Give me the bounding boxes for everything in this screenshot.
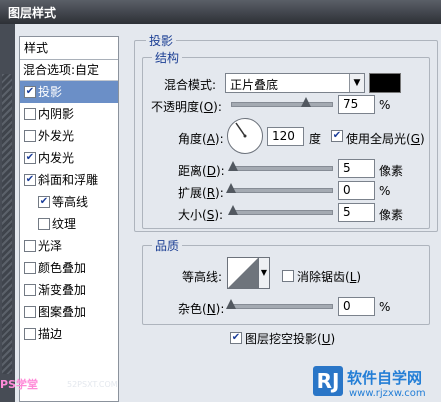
contour-picker[interactable]: [227, 257, 259, 289]
logo-url: www.rjzxw.com: [349, 388, 426, 399]
style-item-checkbox[interactable]: [24, 262, 36, 274]
style-item[interactable]: 纹理: [20, 213, 118, 235]
noise-label: 杂色(N):: [178, 302, 225, 316]
style-item[interactable]: 光泽: [20, 235, 118, 257]
opacity-input[interactable]: 75: [338, 95, 375, 114]
style-item-checkbox[interactable]: [24, 108, 36, 120]
style-item-label: 外发光: [38, 129, 75, 143]
blend-mode-label: 混合模式:: [164, 78, 217, 92]
style-item-label: 描边: [38, 327, 63, 341]
style-item-checkbox[interactable]: ✔: [24, 152, 36, 164]
spread-input[interactable]: 0: [338, 181, 375, 200]
style-item-label: 光泽: [38, 239, 63, 253]
size-unit: 像素: [379, 208, 404, 222]
noise-slider-thumb[interactable]: [226, 299, 236, 309]
background-strip: [0, 24, 15, 402]
blend-mode-value: 正片叠底: [230, 78, 279, 92]
style-item-label: 纹理: [52, 217, 77, 231]
watermark-left: PS学堂: [0, 378, 38, 391]
anti-aliased-checkbox[interactable]: [282, 270, 294, 282]
spread-slider-thumb[interactable]: [226, 183, 236, 193]
style-item-checkbox[interactable]: [24, 130, 36, 142]
structure-title: 结构: [152, 49, 183, 66]
style-item[interactable]: 图案叠加: [20, 301, 118, 323]
style-item[interactable]: 外发光: [20, 125, 118, 147]
knockout-label: 图层挖空投影(U): [245, 332, 336, 346]
noise-unit: %: [379, 300, 391, 314]
style-item-label: 图案叠加: [38, 305, 87, 319]
opacity-slider-thumb[interactable]: [301, 97, 311, 107]
style-items: ✔ 投影 内阴影 外发光 ✔ 内发光 ✔ 斜面和浮雕 ✔ 等高线 纹理 光泽 颜色叠加 渐变叠加 图案叠加描…: [20, 81, 118, 345]
size-slider-thumb[interactable]: [228, 205, 238, 215]
style-item-checkbox[interactable]: [38, 218, 50, 230]
quality-title: 品质: [152, 237, 183, 254]
contour-curve-icon: [228, 258, 258, 288]
style-item[interactable]: 描边: [20, 323, 118, 345]
angle-label: 角度(A):: [178, 132, 224, 146]
angle-unit: 度: [309, 132, 322, 146]
spread-unit: %: [379, 184, 391, 198]
style-item-checkbox[interactable]: ✔: [24, 86, 36, 98]
spread-slider[interactable]: [231, 188, 333, 193]
style-item[interactable]: ✔ 斜面和浮雕: [20, 169, 118, 191]
drop-shadow-title: 投影: [146, 32, 177, 49]
background-texture: [2, 74, 12, 374]
use-global-light-checkbox[interactable]: ✔: [331, 130, 343, 142]
style-item[interactable]: 颜色叠加: [20, 257, 118, 279]
style-item-checkbox[interactable]: ✔: [24, 174, 36, 186]
style-item-label: 渐变叠加: [38, 283, 87, 297]
spread-label: 扩展(R):: [178, 186, 224, 200]
distance-input[interactable]: 5: [338, 159, 375, 178]
distance-slider[interactable]: [231, 166, 333, 171]
knockout-checkbox[interactable]: ✔: [230, 332, 242, 344]
opacity-unit: %: [379, 98, 391, 112]
style-item-checkbox[interactable]: [24, 328, 36, 340]
blending-options-item[interactable]: 混合选项:自定: [20, 60, 118, 81]
style-item-label: 颜色叠加: [38, 261, 87, 275]
style-item-label: 内发光: [38, 151, 75, 165]
style-list-header[interactable]: 样式: [20, 37, 118, 60]
style-item-checkbox[interactable]: [24, 284, 36, 296]
anti-aliased-label: 消除锯齿(L): [297, 270, 362, 284]
size-label: 大小(S):: [178, 208, 224, 222]
style-item[interactable]: 渐变叠加: [20, 279, 118, 301]
distance-label: 距离(D):: [178, 164, 225, 178]
contour-dropdown-arrow[interactable]: ▼: [258, 257, 270, 289]
window-title: 图层样式: [8, 6, 57, 20]
style-item-label: 斜面和浮雕: [38, 173, 99, 187]
angle-dial-needle: [235, 122, 247, 138]
noise-input[interactable]: 0: [338, 297, 375, 316]
style-item-label: 等高线: [52, 195, 89, 209]
style-item-label: 投影: [38, 85, 63, 99]
title-bar: 图层样式: [0, 0, 441, 24]
style-item-checkbox[interactable]: [24, 306, 36, 318]
style-list: 样式 混合选项:自定 ✔ 投影 内阴影 外发光 ✔ 内发光 ✔ 斜面和浮雕 ✔ 等高线 纹理 光泽 颜色…: [19, 36, 119, 402]
size-input[interactable]: 5: [338, 203, 375, 222]
style-item[interactable]: ✔ 投影: [20, 81, 118, 103]
distance-slider-thumb[interactable]: [228, 161, 238, 171]
style-item[interactable]: 内阴影: [20, 103, 118, 125]
style-item[interactable]: ✔ 内发光: [20, 147, 118, 169]
watermark-left-sub: 52PSXT.COM: [67, 380, 118, 389]
noise-slider[interactable]: [231, 304, 333, 309]
blend-mode-select[interactable]: 正片叠底 ▼: [225, 73, 365, 93]
use-global-light-label: 使用全局光(G): [346, 132, 425, 146]
style-item[interactable]: ✔ 等高线: [20, 191, 118, 213]
angle-input[interactable]: 120: [267, 127, 304, 146]
contour-label: 等高线:: [182, 270, 223, 284]
size-slider[interactable]: [231, 210, 333, 215]
angle-dial[interactable]: [227, 118, 263, 154]
opacity-label: 不透明度(O):: [151, 100, 222, 114]
style-item-checkbox[interactable]: [24, 240, 36, 252]
style-item-checkbox[interactable]: ✔: [38, 196, 50, 208]
site-logo: RJ 软件自学网 www.rjzxw.com: [313, 366, 441, 402]
shadow-color-swatch[interactable]: [369, 73, 401, 93]
chevron-down-icon: ▼: [349, 74, 364, 92]
style-item-label: 内阴影: [38, 107, 75, 121]
logo-badge: RJ: [313, 366, 343, 396]
distance-unit: 像素: [379, 164, 404, 178]
logo-name: 软件自学网: [347, 369, 423, 387]
opacity-slider[interactable]: [231, 102, 333, 107]
